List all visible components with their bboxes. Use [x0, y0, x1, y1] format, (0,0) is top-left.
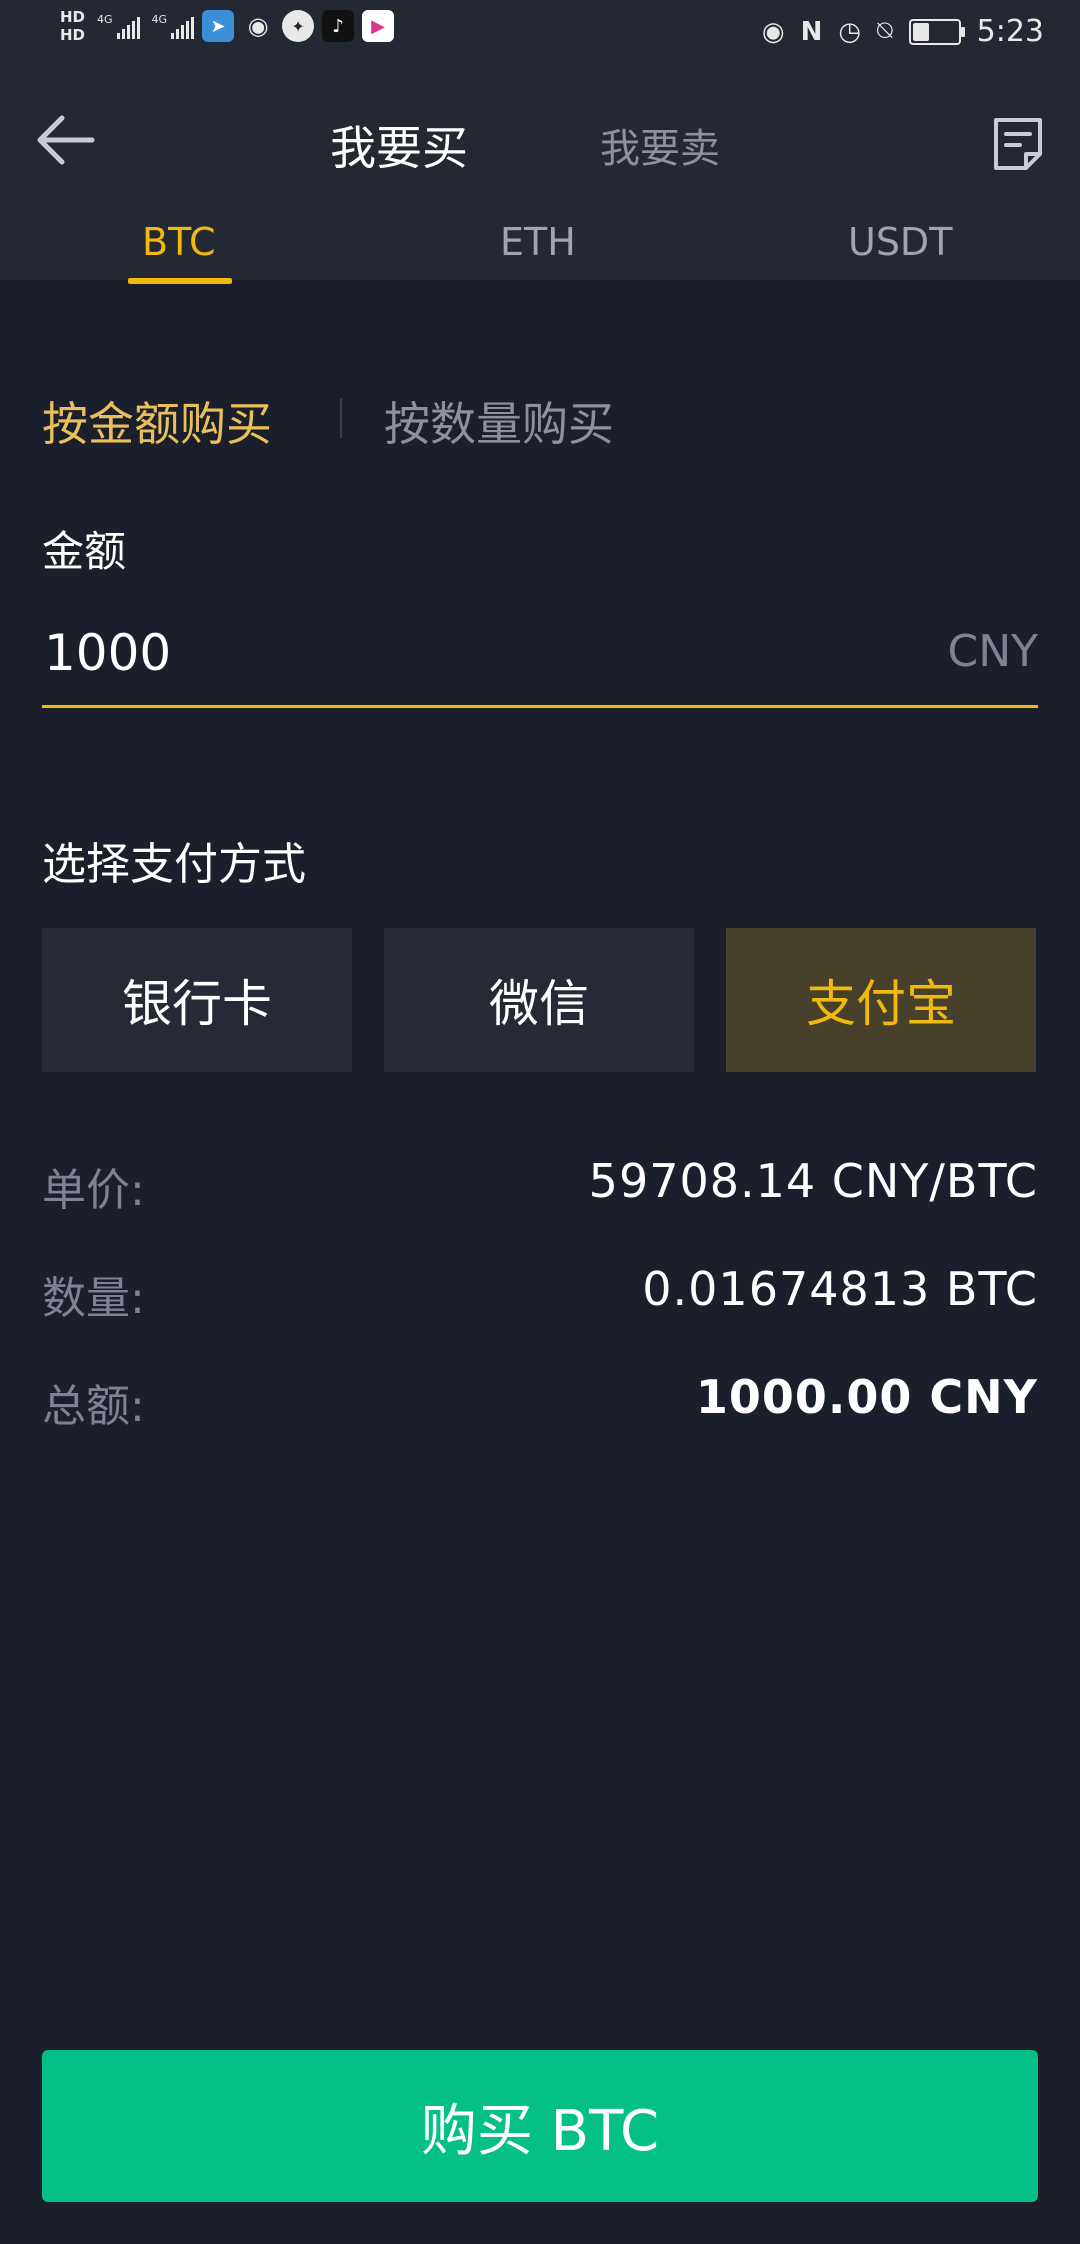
alarm-icon: ◷	[838, 16, 862, 47]
tab-usdt[interactable]: USDT	[848, 220, 952, 264]
tab-buy[interactable]: 我要买	[330, 112, 468, 178]
orders-icon[interactable]	[990, 114, 1046, 174]
quantity-value: 0.01674813 BTC	[642, 1262, 1038, 1316]
status-bar-left: HD HD 4G 4G ➤ ◉ ✦ ♪ ▶	[60, 8, 395, 44]
youku-icon: ▶	[362, 10, 395, 42]
status-time: 5:23	[976, 14, 1044, 49]
payment-method-label: 选择支付方式	[42, 839, 306, 890]
total-value: 1000.00 CNY	[695, 1370, 1038, 1424]
battery-level	[912, 22, 930, 41]
payment-wechat-button[interactable]: 微信	[384, 928, 694, 1072]
active-tab-indicator	[128, 278, 232, 284]
buy-button[interactable]: 购买 BTC	[42, 2050, 1038, 2202]
unit-price-label: 单价:	[42, 1165, 145, 1216]
header: 我要买 我要卖 BTC ETH USDT	[0, 70, 1080, 284]
amount-currency: CNY	[947, 626, 1038, 677]
status-bar-right: ◉ N ◷ ⍉ 5:23	[762, 14, 1044, 49]
nfc-icon: N	[800, 16, 823, 47]
status-bar: HD HD 4G 4G ➤ ◉ ✦ ♪ ▶ ◉ N ◷ ⍉ 5:23	[0, 0, 1080, 70]
payment-bank-card-button[interactable]: 银行卡	[42, 928, 352, 1072]
back-arrow-icon[interactable]	[32, 110, 96, 170]
tab-eth[interactable]: ETH	[500, 220, 576, 264]
network-type-2: 4G	[151, 13, 168, 26]
tiktok-icon: ♪	[322, 10, 355, 42]
unit-price-value: 59708.14 CNY/BTC	[588, 1154, 1038, 1208]
mode-by-quantity[interactable]: 按数量购买	[384, 388, 614, 454]
total-label: 总额:	[42, 1381, 145, 1432]
hd-indicator-2: HD	[60, 26, 86, 44]
amount-input-underline	[42, 705, 1038, 708]
amount-input[interactable]: 1000	[44, 624, 171, 682]
eye-icon: ◉	[761, 16, 785, 47]
network-type-1: 4G	[97, 13, 113, 26]
tab-btc[interactable]: BTC	[142, 220, 216, 264]
payment-alipay-button[interactable]: 支付宝	[726, 928, 1036, 1072]
signal-icon-1: 4G	[97, 13, 140, 39]
telegram-icon: ➤	[202, 10, 235, 42]
mode-divider	[340, 398, 342, 438]
mode-by-amount[interactable]: 按金额购买	[42, 388, 272, 454]
hd-indicators: HD HD	[60, 8, 85, 44]
signal-icon-2: 4G	[152, 13, 195, 39]
quantity-label: 数量:	[42, 1273, 145, 1324]
wechat-icon: ◉	[247, 12, 269, 40]
app-icon: ✦	[282, 10, 315, 42]
coin-tabs: BTC ETH USDT	[0, 220, 1080, 284]
amount-label: 金额	[42, 527, 127, 576]
tab-sell[interactable]: 我要卖	[600, 116, 720, 174]
battery-icon	[908, 18, 965, 45]
hd-indicator-1: HD	[60, 8, 86, 26]
mute-icon: ⍉	[877, 16, 893, 46]
